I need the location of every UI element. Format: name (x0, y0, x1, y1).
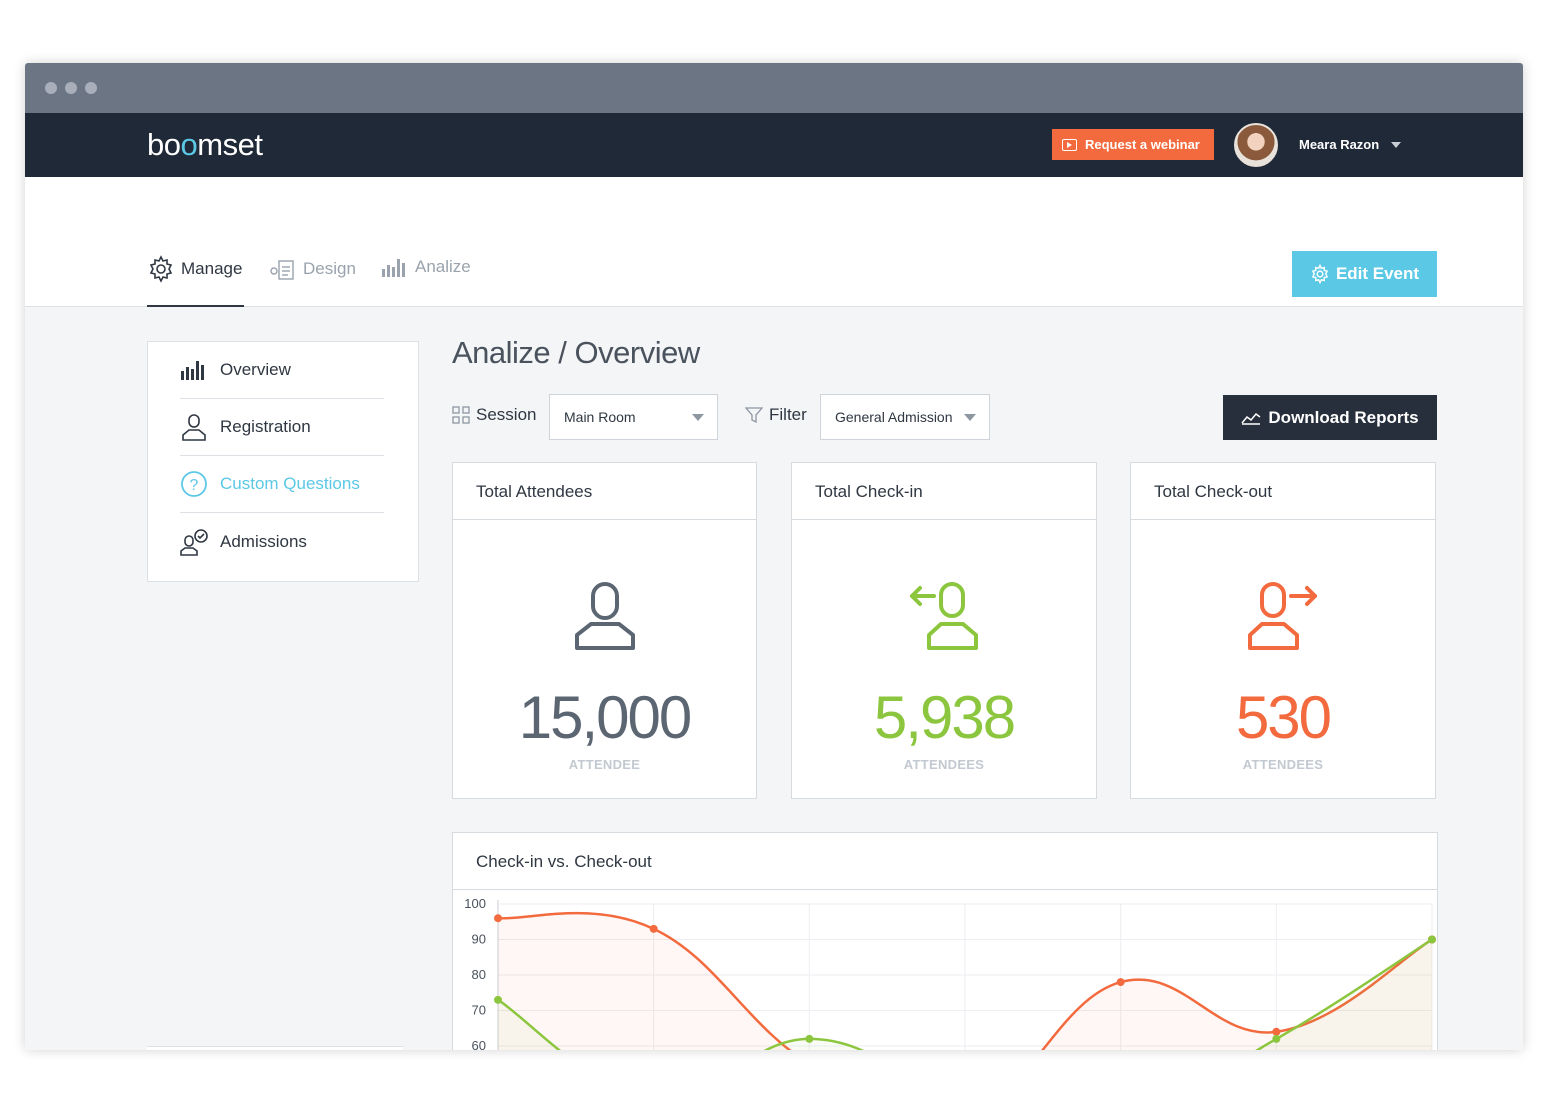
sidebar-nav-secondary (147, 1046, 403, 1050)
question-icon: ? (181, 471, 207, 497)
card-title: Total Check-out (1131, 463, 1435, 520)
chart-title: Check-in vs. Check-out (453, 833, 1437, 890)
caret-down-icon (964, 414, 976, 421)
data-point (1116, 978, 1125, 987)
tab-manage[interactable]: Manage (147, 255, 242, 283)
caret-down-icon (692, 414, 704, 421)
request-webinar-button[interactable]: Request a webinar (1052, 129, 1214, 160)
data-point (1272, 1034, 1281, 1043)
sidebar-item-overview[interactable]: Overview (180, 342, 384, 399)
sidebar-item-registration[interactable]: Registration (180, 399, 384, 456)
download-reports-button[interactable]: Download Reports (1223, 395, 1437, 440)
user-name[interactable]: Meara Razon (1299, 137, 1379, 152)
caret-down-icon[interactable] (1391, 142, 1401, 148)
data-point (649, 924, 658, 933)
bar-chart-icon (181, 361, 204, 380)
svg-text:?: ? (190, 477, 199, 494)
user-icon (182, 414, 206, 441)
data-point (805, 1034, 814, 1043)
sidebar-nav: Overview Registration ? Custom Questions… (147, 341, 419, 582)
filter-select[interactable]: General Admission (820, 394, 990, 440)
data-point (1428, 935, 1436, 944)
admissions-icon (180, 528, 208, 556)
stat-value: 15,000 (518, 684, 693, 751)
window-dot[interactable] (65, 82, 77, 94)
y-tick-label: 70 (472, 1003, 486, 1018)
page-title: Analize / Overview (452, 335, 700, 370)
line-chart: 100 90 80 70 60 (464, 896, 1436, 1050)
design-icon (270, 260, 294, 280)
stat-value: 5,938 (873, 684, 1016, 751)
presentation-icon (1062, 138, 1077, 151)
sidebar-item-admissions[interactable]: Admissions (180, 513, 384, 570)
data-point (1272, 1027, 1281, 1036)
browser-chrome (25, 63, 1523, 113)
active-tab-indicator (147, 305, 244, 307)
avatar[interactable] (1234, 123, 1278, 167)
stat-unit: ATTENDEE (568, 757, 641, 772)
data-point (494, 914, 502, 923)
card-title: Total Check-in (792, 463, 1096, 520)
stat-card-total-check-out: Total Check-out 530 ATTENDEES (1130, 462, 1436, 799)
tab-analize[interactable]: Analize (381, 255, 471, 279)
stat-card-total-attendees: Total Attendees 15,000 ATTENDEE (452, 462, 757, 799)
y-tick-label: 80 (472, 967, 486, 982)
session-label: Session (452, 405, 536, 425)
filter-icon (745, 407, 763, 424)
gear-icon (149, 255, 173, 283)
tab-design[interactable]: Design (269, 255, 356, 283)
stat-unit: ATTENDEES (1242, 757, 1324, 772)
gear-icon (1311, 264, 1329, 284)
edit-event-button[interactable]: Edit Event (1292, 251, 1437, 297)
filter-label: Filter (745, 405, 807, 425)
check-in-icon (910, 582, 978, 650)
check-out-icon (1248, 582, 1317, 650)
browser-window: boomset Request a webinar Meara Razon Ma… (25, 63, 1523, 1050)
y-tick-label: 100 (464, 896, 486, 911)
trend-chart-icon (1241, 412, 1261, 425)
y-tick-label: 60 (472, 1038, 486, 1050)
stat-card-total-check-in: Total Check-in 5,938 ATTENDEES (791, 462, 1097, 799)
check-in-vs-check-out-chart: Check-in vs. Check-out 100 90 80 70 60 (452, 832, 1438, 1050)
y-tick-label: 90 (472, 932, 486, 947)
card-title: Total Attendees (453, 463, 756, 520)
user-icon (574, 582, 635, 650)
stat-value: 530 (1235, 684, 1332, 751)
boomset-logo[interactable]: boomset (147, 127, 263, 163)
sidebar-item-custom-questions[interactable]: ? Custom Questions (180, 456, 384, 513)
stat-unit: ATTENDEES (903, 757, 985, 772)
window-dot[interactable] (85, 82, 97, 94)
data-point (494, 995, 502, 1004)
session-select[interactable]: Main Room (549, 394, 718, 440)
grid-icon (452, 406, 470, 424)
window-dot[interactable] (45, 82, 57, 94)
section-tabs: Manage Design Analize Edit Event (25, 177, 1523, 307)
bar-chart-icon (382, 259, 405, 277)
top-navbar: boomset Request a webinar Meara Razon (25, 113, 1523, 177)
